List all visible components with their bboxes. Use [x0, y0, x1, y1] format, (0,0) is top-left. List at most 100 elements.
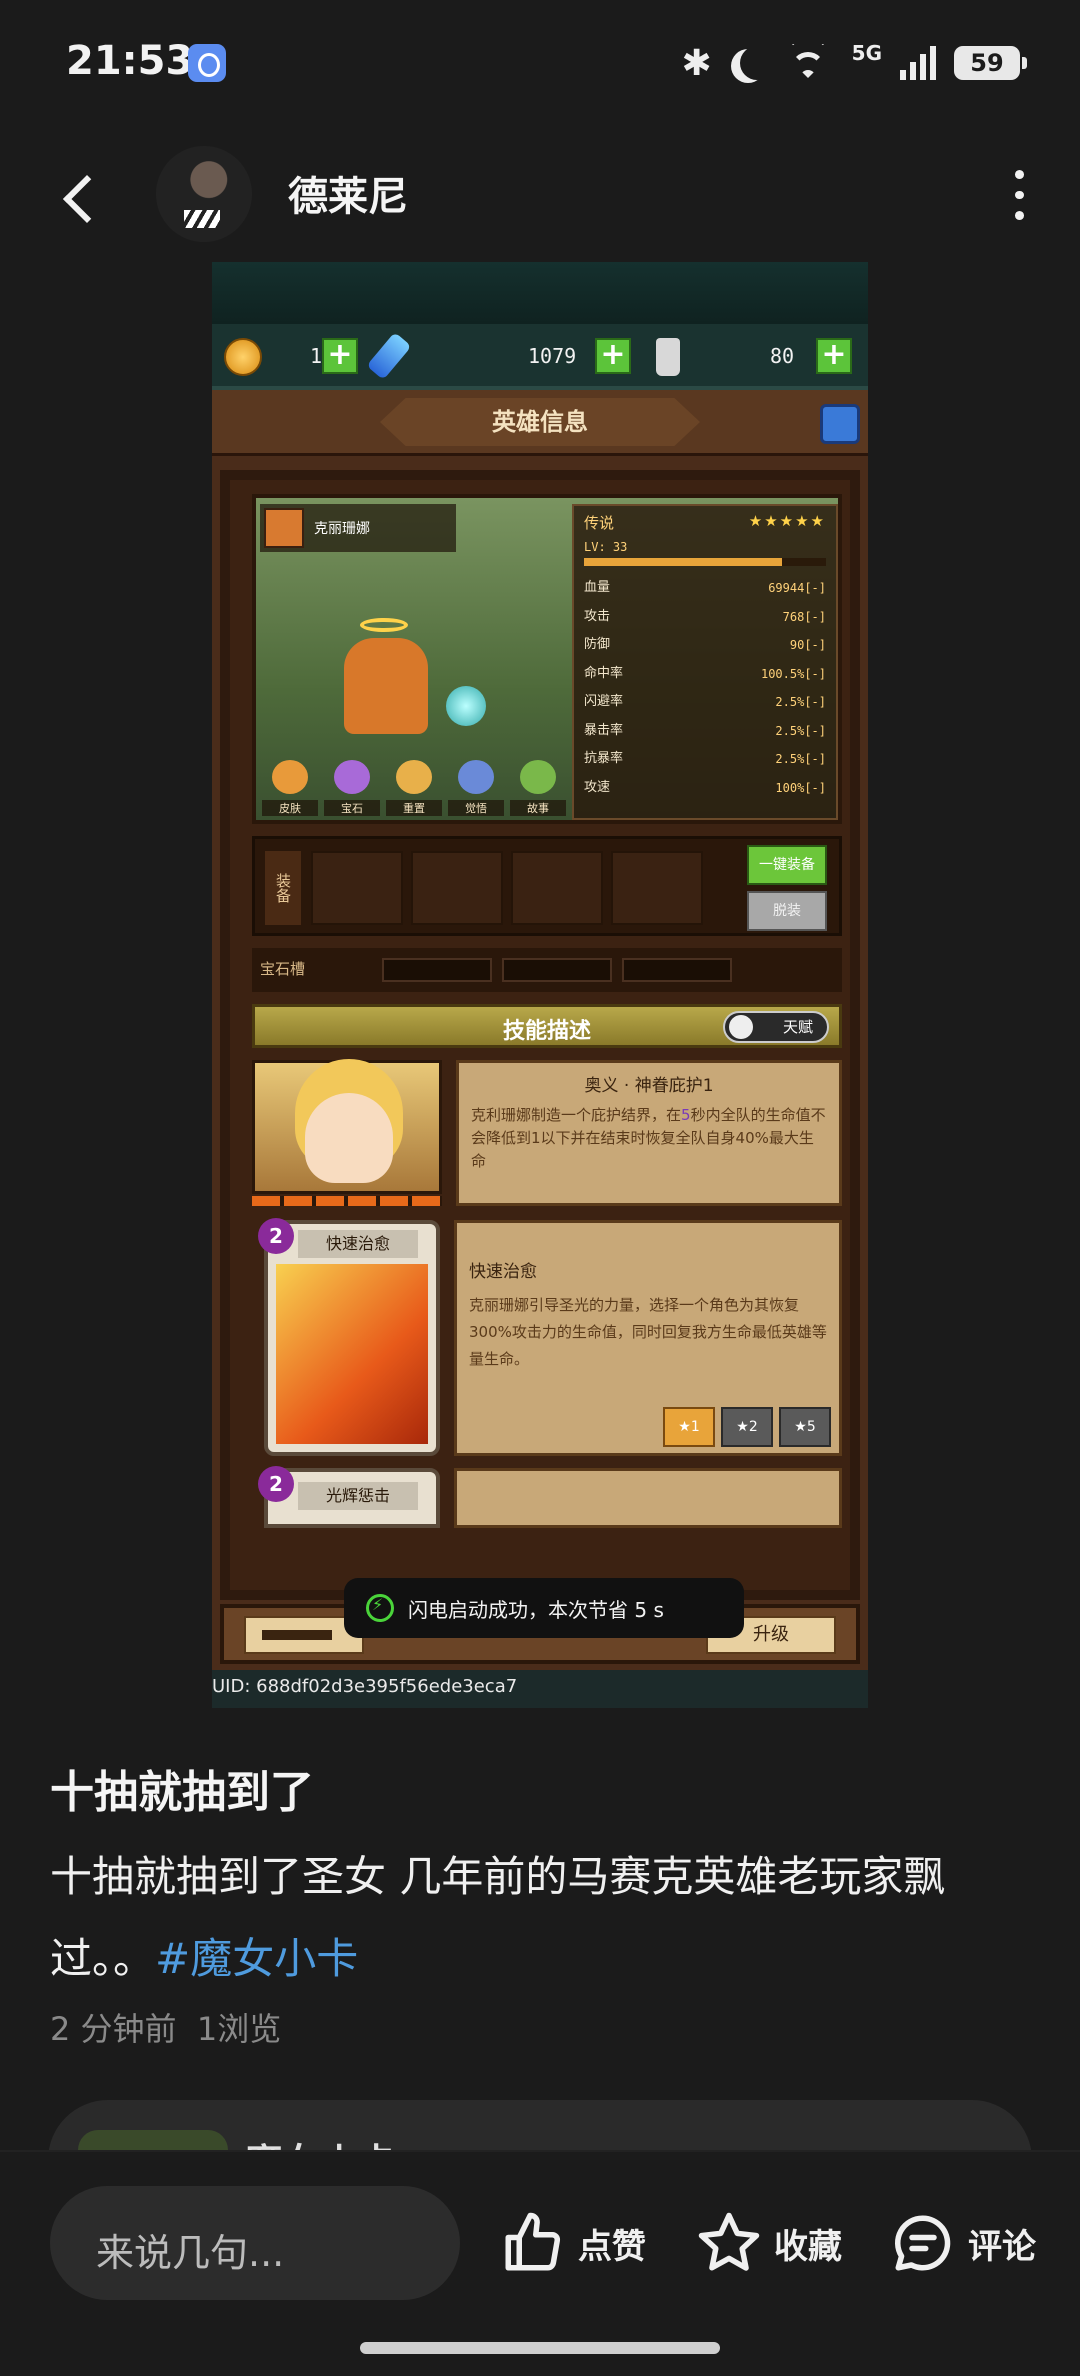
back-button[interactable] [58, 168, 108, 224]
hero-tab[interactable]: 宝石 [324, 758, 380, 816]
stat-label: 血量 [584, 580, 611, 595]
gem-slot[interactable] [502, 958, 612, 982]
do-not-disturb-icon [740, 46, 774, 80]
stat-value: 100%[-] [775, 780, 826, 795]
stat-value: 2.5%[-] [775, 695, 826, 709]
skill-description: 快速治愈 克丽珊娜引导圣光的力量，选择一个角色为其恢复300%攻击力的生命值，同… [454, 1220, 842, 1456]
comment-label: 评论 [968, 2226, 1036, 2267]
thumbs-up-icon [505, 2212, 561, 2271]
ultimate-portrait [252, 1060, 442, 1194]
like-button[interactable]: 点赞 [500, 2208, 646, 2278]
game-uid: UID: 688df02d3e395f56ede3eca7 [212, 1676, 518, 1697]
stat-label: 闪避率 [584, 694, 624, 709]
hero-tab-label: 宝石 [324, 800, 380, 816]
boost-toast: 闪电启动成功，本次节省 5 s [344, 1578, 744, 1638]
hero-tab-label: 故事 [510, 800, 566, 816]
hero-frame: 克丽珊娜 传说 ★★★★★ LV: 33 血量 69944[-] 攻击 768[-] 防… [220, 470, 860, 1600]
author-name[interactable]: 德莱尼 [288, 164, 408, 222]
gem-slot[interactable] [622, 958, 732, 982]
stat-value: 69944[-] [768, 581, 826, 595]
stat-value: 90[-] [789, 638, 826, 652]
equip-slot-helmet[interactable] [411, 851, 503, 925]
skill-desc-text: 克丽珊娜引导圣光的力量，选择一个角色为其恢复300%攻击力的生命值，同时回复我方… [469, 1296, 827, 1368]
hero-tab[interactable]: 觉悟 [448, 758, 504, 816]
potion-icon [656, 338, 680, 376]
ultimate-description: 奥义 · 神眷庇护1 克利珊娜制造一个庇护结界，在5秒内全队的生命值不会降低到1… [456, 1060, 842, 1206]
add-potion-icon: + [816, 338, 852, 374]
network-type: 5G [851, 41, 882, 65]
hero-tab-icon [334, 760, 370, 794]
hero-tabs: 皮肤 宝石 重置 觉悟 故事 [262, 758, 566, 816]
gold-coin-icon [224, 338, 262, 376]
hero-tab[interactable]: 皮肤 [262, 758, 318, 816]
orb [446, 686, 486, 726]
skill-level-badge[interactable]: ★1 [663, 1407, 715, 1447]
hero-tab-icon [272, 760, 308, 794]
stat-row: 攻击 768[-] [584, 603, 826, 632]
stat-list: 血量 69944[-] 攻击 768[-] 防御 90[-] 命中率 100.5%[-] 闪避率… [584, 574, 826, 802]
ultimate-energy-bar [252, 1196, 442, 1206]
stat-label: 防御 [584, 637, 611, 652]
battery-icon: 59 [954, 46, 1027, 80]
skill-level-badges: ★1 ★2 ★5 [663, 1407, 831, 1447]
talent-button[interactable]: 天赋 [723, 1011, 829, 1043]
post-header: 德莱尼 [0, 140, 1080, 250]
stat-label: 攻击 [584, 608, 611, 624]
ultimate-name: 奥义 · 神眷庇护1 [584, 1076, 714, 1096]
resource-bar: 146K + 1079 + 80 + [212, 324, 868, 390]
more-options-icon[interactable] [1004, 170, 1034, 221]
comment-button[interactable]: 评论 [890, 2208, 1036, 2278]
skill-level-badge[interactable]: ★5 [779, 1407, 831, 1447]
hero-name: 克丽珊娜 [314, 521, 370, 537]
hero-tab[interactable]: 重置 [386, 758, 442, 816]
hero-portrait-icon [264, 508, 304, 548]
hero-tab-label: 觉悟 [448, 800, 504, 816]
status-time: 21:53 [66, 38, 194, 84]
level-progress-bar [584, 558, 826, 566]
comment-input[interactable]: 来说几句... [50, 2186, 460, 2300]
hero-rarity: 传说 [584, 514, 615, 532]
add-gold-icon: + [322, 338, 358, 374]
skill-card[interactable]: 快速治愈 2 [258, 1218, 440, 1456]
stat-value: 2.5%[-] [775, 723, 826, 738]
post-body: 十抽就抽到了圣女 几年前的马赛克英雄老玩家飘过。。#魔女小卡 [50, 1852, 946, 1983]
hashtag-link[interactable]: #魔女小卡 [155, 1934, 358, 1983]
gem-slot[interactable] [382, 958, 492, 982]
halo [360, 618, 408, 632]
gem-icon [366, 332, 412, 380]
equip-slot-glove[interactable] [511, 851, 603, 925]
stat-row: 命中率 100.5%[-] [584, 660, 826, 689]
skill-description [454, 1468, 842, 1528]
post-title: 十抽就抽到了 [50, 1767, 314, 1818]
book-icon [820, 404, 860, 444]
equip-slot-weapon[interactable] [311, 851, 403, 925]
signal-icon [900, 46, 936, 80]
hero-info-title: 英雄信息 [380, 398, 700, 446]
hero-tab-icon [520, 760, 556, 794]
one-click-equip-button[interactable]: 一键装备 [747, 845, 827, 885]
equipment-row: 装备 一键装备 脱装 [252, 836, 842, 936]
hero-tab-label: 重置 [386, 800, 442, 816]
skill-cost: 2 [258, 1218, 294, 1254]
hero-tab[interactable]: 故事 [510, 758, 566, 816]
hero-info-titlebar: 英雄信息 [212, 390, 868, 456]
hero-stars: ★★★★★ [748, 512, 826, 530]
favorite-button[interactable]: 收藏 [696, 2208, 842, 2278]
skill-card[interactable]: 光辉惩击 2 [258, 1466, 440, 1528]
home-indicator[interactable] [360, 2342, 720, 2354]
stat-label: 抗暴率 [584, 751, 624, 766]
hero-tab-icon [396, 760, 432, 794]
equip-slot-boot[interactable] [611, 851, 703, 925]
favorite-label: 收藏 [774, 2226, 842, 2267]
unequip-button[interactable]: 脱装 [747, 891, 827, 931]
stat-row: 血量 69944[-] [584, 574, 826, 603]
post-meta: 2 分钟前 1浏览 [50, 2004, 281, 2050]
post-image[interactable]: 146K + 1079 + 80 + 英雄信息 克丽珊娜 [212, 262, 868, 1708]
hero-tab-icon [458, 760, 494, 794]
hero-stats: 传说 ★★★★★ LV: 33 血量 69944[-] 攻击 768[-] 防御 90[-… [572, 504, 838, 820]
gem-amount: 1079 [528, 344, 577, 368]
gem-slot-row: 宝石槽 [252, 948, 842, 992]
author-avatar[interactable] [156, 146, 252, 242]
stat-row: 暴击率 2.5%[-] [584, 717, 826, 746]
skill-level-badge[interactable]: ★2 [721, 1407, 773, 1447]
